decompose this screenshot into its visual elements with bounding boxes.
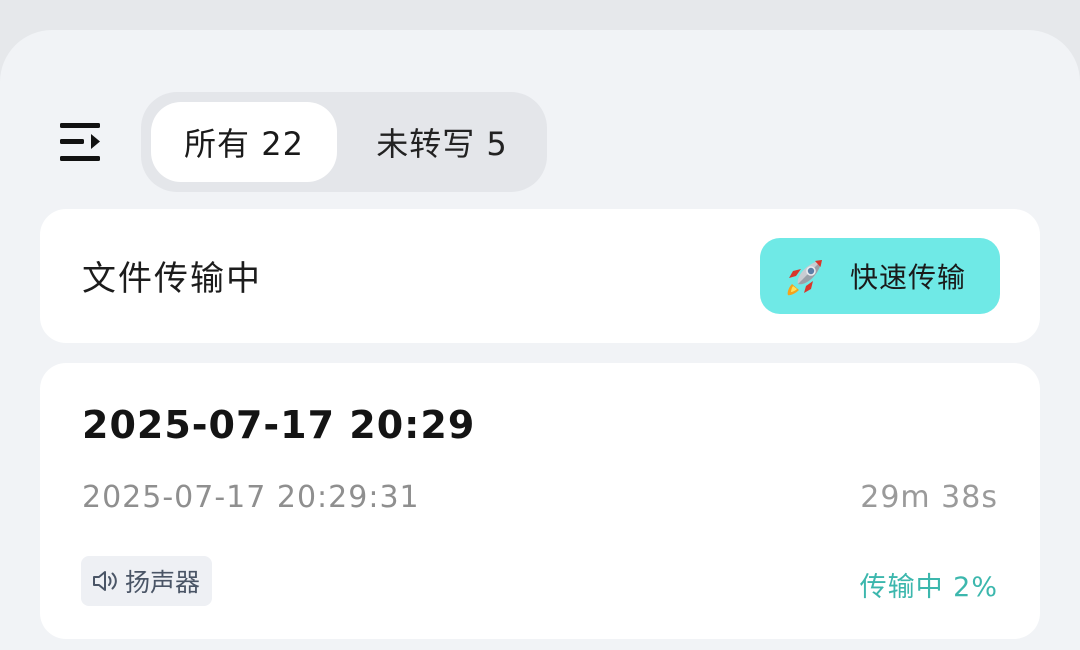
source-tag-label: 扬声器: [125, 568, 201, 597]
transfer-status: 传输中 2%: [859, 572, 998, 603]
transfer-card: 文件传输中 快速传输: [40, 209, 1040, 343]
main-sheet: 所有 22 未转写 5 文件传输中 快速传输 2025-07-17 20:29 …: [0, 30, 1080, 650]
rocket-icon: [787, 260, 822, 296]
recording-title: 2025-07-17 20:29: [82, 403, 476, 447]
recording-timestamp: 2025-07-17 20:29:31: [82, 480, 420, 515]
transfer-title: 文件传输中: [82, 259, 262, 299]
source-tag: 扬声器: [81, 556, 213, 606]
menu-collapse-icon[interactable]: [58, 120, 104, 164]
tab-untranscribed[interactable]: 未转写 5: [347, 102, 537, 182]
recording-card[interactable]: 2025-07-17 20:29 2025-07-17 20:29:31 29m…: [40, 363, 1040, 639]
fast-transfer-button[interactable]: 快速传输: [760, 238, 1000, 314]
fast-transfer-label: 快速传输: [850, 261, 967, 294]
recording-duration: 29m 38s: [860, 480, 998, 515]
filter-tabs: 所有 22 未转写 5: [141, 92, 547, 192]
speaker-icon: [93, 571, 117, 591]
tab-all[interactable]: 所有 22: [151, 102, 337, 182]
